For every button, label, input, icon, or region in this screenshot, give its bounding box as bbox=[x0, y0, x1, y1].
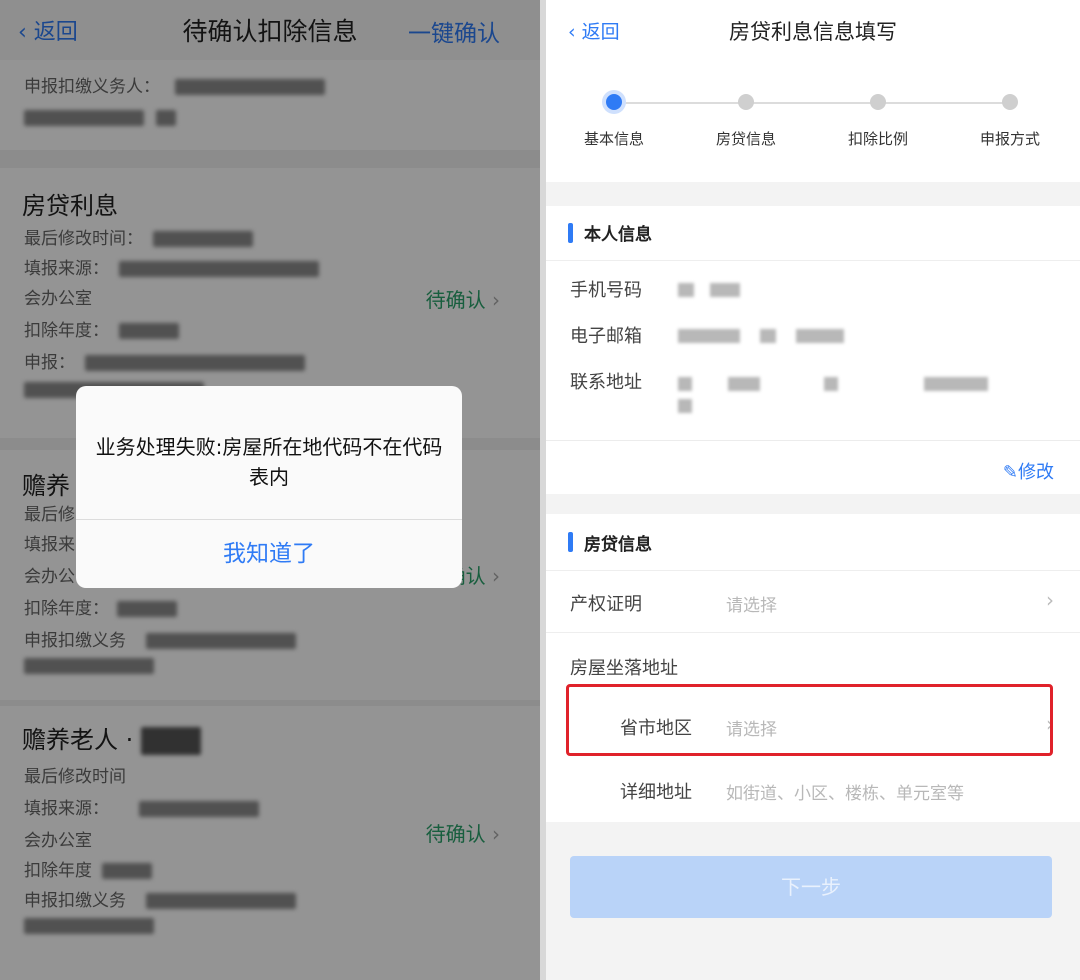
right-nav-bar: ‹ 返回 房贷利息信息填写 bbox=[546, 0, 1080, 61]
next-step-button[interactable]: 下一步 bbox=[570, 856, 1052, 918]
dialog-ok-button[interactable]: 我知道了 bbox=[76, 519, 462, 588]
location-label: 房屋坐落地址 bbox=[570, 658, 678, 679]
divider bbox=[546, 440, 1080, 441]
section-bar bbox=[568, 223, 573, 243]
detail-address-row[interactable]: 详细地址 如街道、小区、楼栋、单元室等 bbox=[546, 760, 1080, 820]
step-dot bbox=[1002, 94, 1018, 110]
email-label: 电子邮箱 bbox=[570, 326, 642, 347]
detail-address-label: 详细地址 bbox=[620, 782, 692, 803]
loan-info-header: 房贷信息 bbox=[546, 514, 1080, 571]
error-message: 业务处理失败:房屋所在地代码不在代码表内 bbox=[95, 435, 443, 489]
section-gap bbox=[546, 494, 1080, 514]
progress-line bbox=[614, 102, 1010, 104]
phone-label: 手机号码 bbox=[570, 280, 642, 301]
property-cert-label: 产权证明 bbox=[570, 594, 642, 615]
step-loan-info: 房贷信息 bbox=[696, 94, 796, 149]
step-basic-info: 基本信息 bbox=[564, 94, 664, 149]
step-dot bbox=[738, 94, 754, 110]
section-title: 本人信息 bbox=[584, 225, 652, 245]
step-deduction-ratio: 扣除比例 bbox=[828, 94, 928, 149]
error-dialog: 业务处理失败:房屋所在地代码不在代码表内 我知道了 bbox=[76, 386, 462, 588]
section-gap bbox=[546, 182, 1080, 206]
page-title: 房贷利息信息填写 bbox=[729, 20, 897, 44]
edit-label: 修改 bbox=[1018, 462, 1054, 483]
address-label: 联系地址 bbox=[570, 372, 642, 393]
section-title: 房贷信息 bbox=[584, 535, 652, 555]
section-bar bbox=[568, 532, 573, 552]
property-cert-select[interactable]: 请选择 bbox=[726, 591, 777, 616]
detail-address-input[interactable]: 如街道、小区、楼栋、单元室等 bbox=[726, 779, 964, 804]
chevron-right-icon: › bbox=[1046, 588, 1054, 612]
left-screen: ‹ 返回 待确认扣除信息 一键确认 申报扣缴义务人： 房贷利息 最后修改时间： … bbox=[0, 0, 540, 980]
edit-button[interactable]: ✎修改 bbox=[1003, 458, 1054, 484]
location-header-row: 房屋坐落地址 bbox=[546, 634, 1080, 684]
step-dot bbox=[870, 94, 886, 110]
step-dot bbox=[606, 94, 622, 110]
right-screen: ‹ 返回 房贷利息信息填写 基本信息 房贷信息 扣除比例 申报方式 本人信息 手… bbox=[546, 0, 1080, 980]
progress-steps: 基本信息 房贷信息 扣除比例 申报方式 bbox=[546, 60, 1080, 182]
highlight-box bbox=[566, 684, 1053, 756]
property-cert-row[interactable]: 产权证明 请选择 › bbox=[546, 570, 1080, 633]
personal-info-header: 本人信息 bbox=[546, 206, 1080, 261]
step-declaration-method: 申报方式 bbox=[960, 94, 1060, 149]
